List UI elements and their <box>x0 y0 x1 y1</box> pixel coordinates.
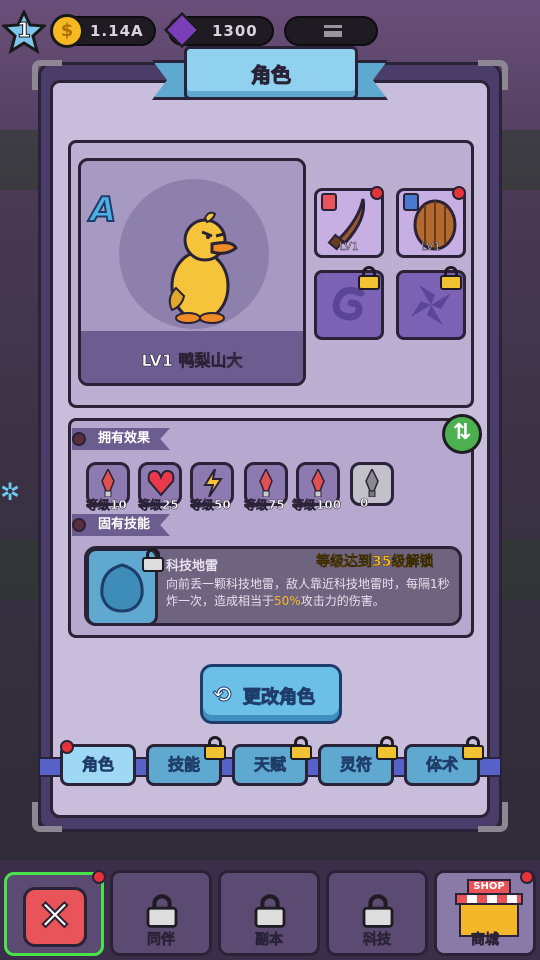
refresh-button[interactable]: ⇅ <box>442 414 482 454</box>
panel-corner <box>478 802 508 832</box>
lock-icon <box>362 894 394 928</box>
lock-icon <box>290 736 312 760</box>
effect-label-3: 等级50 <box>190 498 231 513</box>
character-name-bar: LV1 鸭梨山大 <box>81 331 303 383</box>
gem-counter[interactable]: 1300 <box>163 11 274 49</box>
effect-label-4: 等级75 <box>244 498 285 513</box>
section-bullet <box>72 518 86 532</box>
character-name: LV1 鸭梨山大 <box>141 351 243 371</box>
gold-amount: 1.14A <box>90 22 144 40</box>
gem-icon <box>163 11 201 49</box>
coin-icon: $ <box>50 14 84 48</box>
weapon-level: LV1 <box>339 240 359 254</box>
lock-icon <box>204 736 226 760</box>
effect-label-6: 0 <box>360 496 369 511</box>
lock-icon <box>440 266 462 290</box>
skill-name: 科技地雷 <box>166 559 219 574</box>
nav-dungeon-label: 副本 <box>255 932 284 949</box>
rank-badge: A <box>89 189 117 231</box>
skill-section-header: 固有技能 <box>72 514 171 536</box>
nav-shop-label: 商城 <box>471 932 500 949</box>
heart-icon <box>147 469 175 497</box>
level-star[interactable]: 1 <box>0 8 48 55</box>
effect-label-1: 等级10 <box>86 498 127 513</box>
skill-unlock-requirement: 等级达到35级解锁 <box>316 554 434 570</box>
lock-icon <box>142 548 164 572</box>
change-character-label: 更改角色 <box>243 687 316 709</box>
skill-description: 向前丢一颗科技地雷，敌人靠近科技地雷时，每隔1秒炸一次，造成相当于50%攻击力的… <box>166 576 454 610</box>
effect-slot-6[interactable] <box>350 462 394 506</box>
side-snowflake-icon[interactable]: ✲ <box>0 478 20 518</box>
refresh-icon: ⇅ <box>452 420 472 445</box>
lock-icon <box>358 266 380 290</box>
armor-type-badge <box>403 193 419 211</box>
weapon-type-badge <box>321 193 337 211</box>
weapon-notification-dot <box>370 186 384 200</box>
blade-icon <box>259 469 273 497</box>
panel-corner <box>478 60 508 90</box>
armor-notification-dot <box>452 186 466 200</box>
lock-icon <box>146 894 178 928</box>
panel-corner <box>32 802 62 832</box>
nav-dungeon[interactable]: 副本 <box>218 870 320 956</box>
effect-label-5: 等级100 <box>292 498 342 513</box>
player-level: 1 <box>17 18 32 43</box>
gem-amount: 1300 <box>212 22 258 40</box>
armor-level: LV1 <box>421 240 441 254</box>
swap-icon: ⟲ <box>212 683 232 709</box>
nav-companion-label: 同伴 <box>147 932 176 949</box>
change-character-button[interactable]: ⟲ 更改角色 <box>200 664 342 724</box>
menu-icon <box>324 25 342 37</box>
tab-notification-dot <box>60 740 74 754</box>
close-icon: ✕ <box>23 887 87 947</box>
shop-notification-dot <box>520 870 534 884</box>
blade-icon <box>311 469 325 497</box>
menu-button[interactable] <box>284 16 378 46</box>
lock-icon <box>376 736 398 760</box>
blade-gray-icon <box>365 469 379 497</box>
nav-tech-label: 科技 <box>363 932 392 949</box>
nav-shop[interactable]: SHOP 商城 <box>434 870 536 956</box>
duck-character-icon <box>168 211 238 324</box>
section-bullet <box>72 432 86 446</box>
nav-tech[interactable]: 科技 <box>326 870 428 956</box>
panel-title-banner: 角色 <box>184 46 358 100</box>
effects-section-header: 拥有效果 <box>72 428 171 450</box>
lock-icon <box>254 894 286 928</box>
lightning-icon <box>203 469 223 497</box>
effect-label-2: 等级25 <box>138 498 179 513</box>
lock-icon <box>462 736 484 760</box>
skill-desc-highlight: 50% <box>274 594 301 608</box>
gold-counter[interactable]: $ 1.14A <box>50 14 156 48</box>
nav-companion[interactable]: 同伴 <box>110 870 212 956</box>
panel-title: 角色 <box>251 63 292 88</box>
panel-corner <box>32 60 62 90</box>
close-notification-dot <box>92 870 106 884</box>
shop-awning <box>455 893 523 905</box>
blade-icon <box>101 469 115 497</box>
nav-close-tab[interactable]: ✕ <box>4 872 104 956</box>
skill-desc-text-end: 攻击力的伤害。 <box>300 594 385 608</box>
